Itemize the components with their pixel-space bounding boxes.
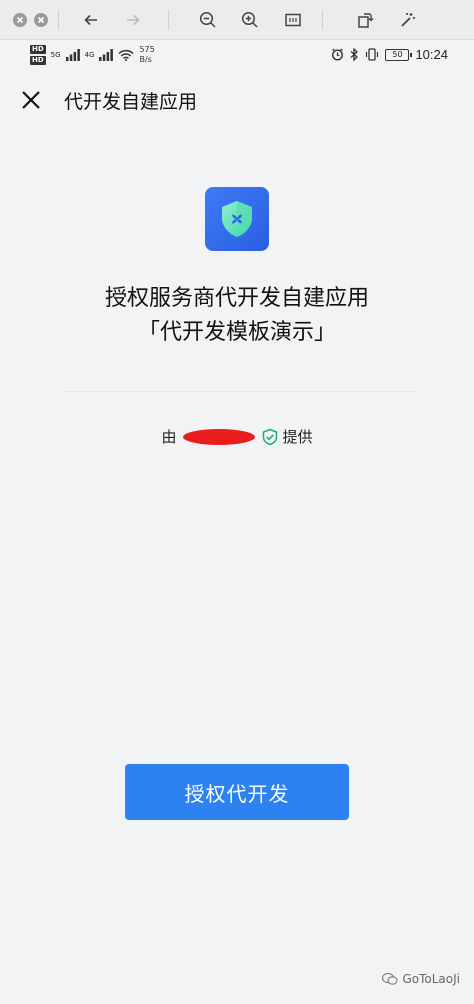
redacted-provider-name — [182, 428, 255, 445]
shield-icon — [222, 201, 252, 237]
watermark-text: GoToLaoJi — [402, 972, 460, 986]
fit-screen-icon[interactable] — [281, 8, 305, 32]
zoom-out-icon[interactable] — [196, 8, 220, 32]
viewer-toolbar — [0, 0, 474, 40]
back-arrow-icon[interactable] — [79, 8, 103, 32]
signal-label: 4G — [84, 51, 95, 59]
forward-arrow-icon[interactable] — [121, 8, 145, 32]
hd-badge: HD — [30, 56, 46, 65]
wifi-icon — [118, 49, 134, 61]
wechat-icon — [382, 972, 399, 985]
authorization-title-line: 授权服务商代开发自建应用 — [104, 286, 369, 311]
close-button[interactable] — [18, 87, 44, 113]
bluetooth-icon — [351, 48, 359, 61]
watermark: GoToLaoJi — [382, 972, 460, 986]
status-time: 10:24 — [415, 47, 448, 62]
zoom-in-icon[interactable] — [238, 8, 262, 32]
page-title: 代开发自建应用 — [64, 91, 198, 113]
battery-indicator: 50 — [385, 48, 413, 61]
app-icon — [205, 187, 269, 251]
signal-label: 5G — [50, 51, 61, 59]
alarm-icon — [332, 48, 344, 61]
app-name: 「代开发模板演示」 — [137, 320, 336, 345]
close-icon — [22, 91, 40, 109]
provider-line: 由 提供 — [0, 426, 474, 447]
rotate-icon[interactable] — [353, 8, 377, 32]
vibrate-icon — [366, 48, 379, 61]
signal-strength-icon — [99, 49, 114, 61]
magic-wand-icon[interactable] — [395, 8, 419, 32]
authorization-title: 授权服务商代开发自建应用 「代开发模板演示」 — [0, 282, 474, 350]
provider-prefix: 由 — [161, 428, 177, 446]
provider-suffix: 提供 — [282, 428, 313, 446]
network-speed: 575 B/s — [139, 45, 155, 64]
minimize-window-icon[interactable] — [29, 8, 53, 32]
authorize-button[interactable]: 授权代开发 — [125, 764, 349, 820]
verified-shield-icon — [262, 428, 277, 445]
divider — [64, 391, 414, 392]
signal-strength-icon — [65, 49, 80, 61]
hd-badge: HD — [30, 45, 46, 54]
page-header: 代开发自建应用 — [0, 78, 474, 122]
status-bar: HD HD 5G 4G 575 B/s 50 10:24 — [0, 41, 474, 71]
